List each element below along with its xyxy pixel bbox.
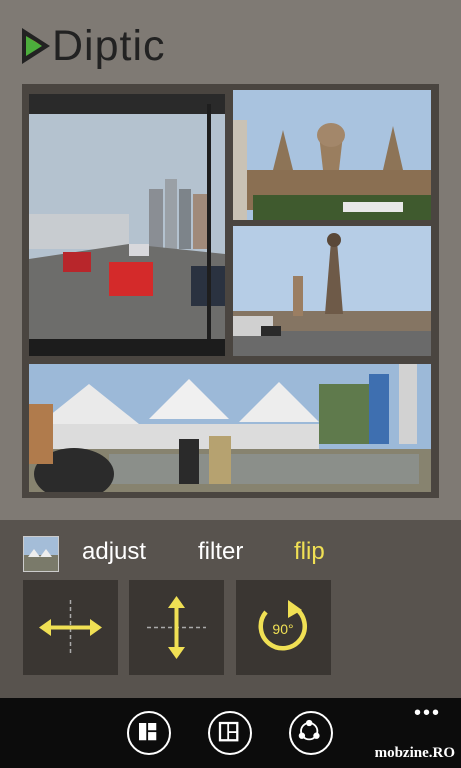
diptic-logo-icon <box>22 28 50 64</box>
watermark: mobzine.RO <box>374 745 455 761</box>
flip-vertical-icon <box>147 596 206 659</box>
rotate-90-button[interactable]: 90° <box>236 580 331 675</box>
frame-icon <box>218 721 239 742</box>
tab-adjust[interactable]: adjust <box>82 538 146 566</box>
share-button[interactable] <box>289 711 333 755</box>
layout-icon <box>139 723 157 741</box>
rotate-90-icon: 90° <box>258 600 307 651</box>
share-icon <box>298 719 320 741</box>
edit-tabs: adjust filter flip <box>0 530 461 572</box>
frame-button[interactable] <box>208 711 252 755</box>
flip-horizontal-button[interactable] <box>23 580 118 675</box>
photo-thumbnail[interactable] <box>23 536 59 572</box>
fair-tents-photo[interactable] <box>29 364 431 492</box>
rotate-label: 90° <box>272 621 293 637</box>
edit-panel: adjust filter flip 90° <box>0 520 461 698</box>
more-options-icon[interactable]: ••• <box>414 703 441 723</box>
app-title: Diptic <box>22 18 166 74</box>
flip-horizontal-icon <box>39 600 102 655</box>
palace-photo[interactable] <box>233 90 431 220</box>
flip-vertical-button[interactable] <box>129 580 224 675</box>
plaza-tower-photo[interactable] <box>233 226 431 356</box>
layout-button[interactable] <box>127 711 171 755</box>
road-traffic-photo[interactable] <box>29 94 225 356</box>
tab-filter[interactable]: filter <box>198 538 243 566</box>
tab-flip[interactable]: flip <box>294 538 325 566</box>
app-title-text: Diptic <box>52 21 166 70</box>
collage-canvas[interactable] <box>22 84 439 498</box>
